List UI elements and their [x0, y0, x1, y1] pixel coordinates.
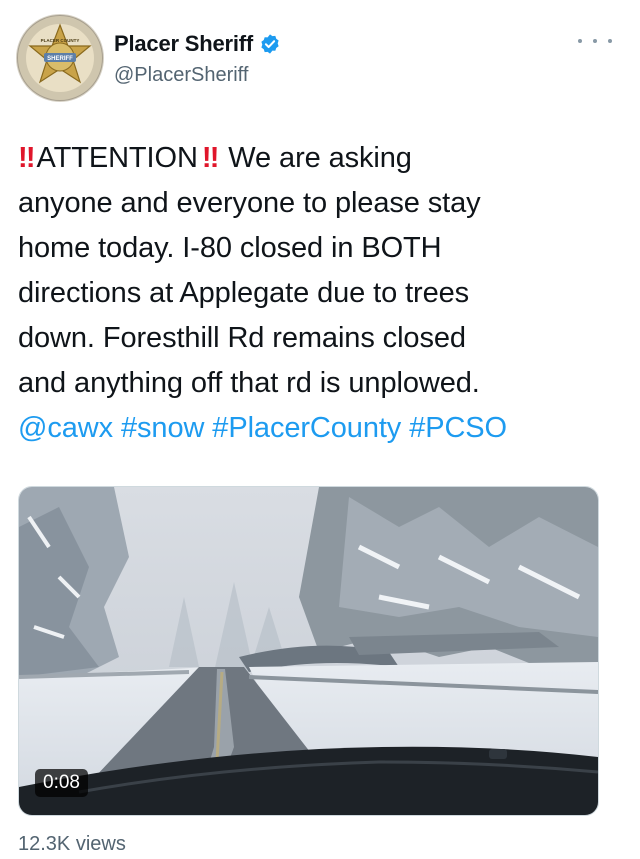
- mention-link[interactable]: @cawx: [18, 412, 113, 444]
- tweet-line: and anything off that rd is unplowed.: [18, 367, 480, 399]
- attention-word: ATTENTION: [36, 142, 198, 174]
- verified-badge-icon: [259, 33, 281, 55]
- more-dot: [608, 39, 612, 43]
- badge-top-text: PLACER COUNTY: [41, 38, 80, 43]
- name-row: Placer Sheriff: [114, 31, 281, 57]
- tweet-line: home today. I-80 closed in BOTH: [18, 232, 442, 264]
- badge-center-text: SHERIFF: [47, 56, 73, 62]
- tweet-line: anyone and everyone to please stay: [18, 187, 481, 219]
- snowy-road-video-thumbnail: [19, 487, 598, 815]
- tweet-line: down. Foresthill Rd remains closed: [18, 322, 466, 354]
- tweet-line: directions at Applegate due to trees: [18, 277, 470, 309]
- double-exclamation-emoji: ‼: [18, 142, 35, 174]
- display-name[interactable]: Placer Sheriff: [114, 31, 253, 57]
- author-handle[interactable]: @PlacerSheriff: [114, 64, 248, 87]
- more-options-icon[interactable]: [578, 29, 612, 53]
- tweet-line: ‼ ATTENTION ‼ We are asking: [18, 136, 618, 181]
- more-dot: [593, 39, 597, 43]
- video-duration-badge: 0:08: [35, 769, 88, 797]
- video-player[interactable]: 0:08: [18, 486, 599, 816]
- sheriff-star-badge-icon: SHERIFF PLACER COUNTY: [18, 16, 102, 100]
- more-dot: [578, 39, 582, 43]
- hashtag-link[interactable]: #snow: [121, 412, 204, 444]
- tweet-links-line: @cawx #snow #PlacerCounty #PCSO: [18, 406, 618, 451]
- avatar[interactable]: SHERIFF PLACER COUNTY: [16, 14, 104, 102]
- hashtag-link[interactable]: #PlacerCounty: [212, 412, 401, 444]
- tweet-header: SHERIFF PLACER COUNTY Placer Sheriff @Pl…: [0, 0, 640, 110]
- tweet-text: ‼ ATTENTION ‼ We are asking anyone and eve…: [18, 136, 618, 451]
- tweet-line-1-text: We are asking: [220, 142, 412, 174]
- view-count: 12.3K views: [18, 833, 126, 855]
- hashtag-link[interactable]: #PCSO: [409, 412, 507, 444]
- double-exclamation-emoji: ‼: [201, 142, 219, 174]
